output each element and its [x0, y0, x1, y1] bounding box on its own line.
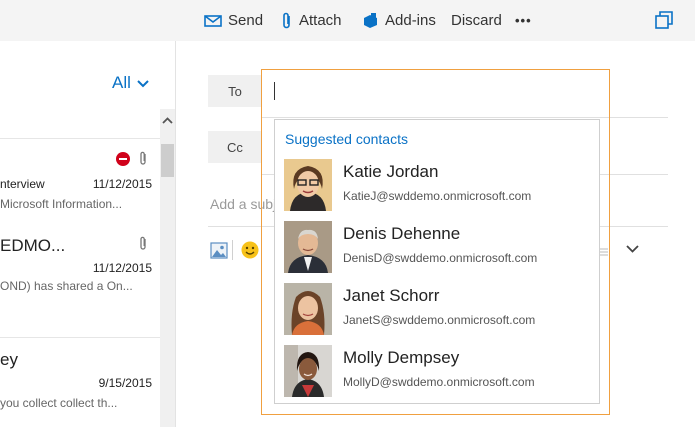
paperclip-icon: [139, 236, 148, 256]
contact-item[interactable]: Denis Dehenne DenisD@swddemo.onmicrosoft…: [275, 221, 599, 283]
chevron-down-icon: [137, 73, 149, 93]
message-date: 9/15/2015: [98, 376, 152, 390]
discard-button[interactable]: Discard: [451, 0, 502, 41]
message-preview: OND) has shared a On...: [0, 279, 133, 293]
message-preview: you collect collect th...: [0, 396, 118, 410]
cc-label: Cc: [227, 139, 243, 155]
message-sender: ey: [0, 350, 18, 369]
to-label: To: [228, 83, 242, 99]
addins-label: Add-ins: [385, 12, 436, 29]
contact-item[interactable]: Katie Jordan KatieJ@swddemo.onmicrosoft.…: [275, 159, 599, 221]
message-sender: EDMO...: [0, 236, 66, 255]
message-list: All nterview 11/12/2015 Microsoft Inform…: [0, 41, 176, 427]
addins-icon: [362, 12, 379, 29]
addins-button[interactable]: Add-ins: [362, 0, 436, 41]
suggested-contacts-heading: Suggested contacts: [285, 131, 408, 147]
message-date: 11/12/2015: [92, 177, 152, 191]
chevron-down-icon[interactable]: [626, 240, 639, 258]
avatar: [284, 283, 332, 335]
attach-label: Attach: [299, 12, 342, 29]
emoji-icon[interactable]: [241, 241, 259, 264]
contact-name: Katie Jordan: [343, 162, 439, 181]
message-subject: nterview: [0, 177, 45, 191]
contact-email: KatieJ@swddemo.onmicrosoft.com: [343, 189, 532, 203]
command-bar: Send Attach Add-ins Discard •••: [0, 0, 695, 41]
popout-icon[interactable]: [655, 11, 673, 29]
message-date: 11/12/2015: [92, 261, 152, 275]
attach-button[interactable]: Attach: [281, 0, 342, 41]
image-icon[interactable]: [210, 242, 228, 264]
message-preview: Microsoft Information...: [0, 197, 123, 211]
list-item[interactable]: EDMO... 11/12/2015 OND) has shared a On.…: [0, 227, 160, 337]
discard-label: Discard: [451, 12, 502, 29]
text-cursor: [274, 82, 275, 100]
toolbar-separator: [232, 240, 233, 260]
attach-icon: [281, 12, 293, 30]
contact-item[interactable]: Molly Dempsey MollyD@swddemo.onmicrosoft…: [275, 345, 599, 403]
send-icon: [204, 14, 222, 28]
filter-label: All: [112, 73, 131, 92]
to-button[interactable]: To: [208, 75, 262, 107]
contact-email: MollyD@swddemo.onmicrosoft.com: [343, 375, 535, 389]
contact-item[interactable]: Janet Schorr JanetS@swddemo.onmicrosoft.…: [275, 283, 599, 345]
list-item[interactable]: nterview 11/12/2015 Microsoft Informatio…: [0, 139, 160, 227]
contact-email: DenisD@swddemo.onmicrosoft.com: [343, 251, 538, 265]
cc-button[interactable]: Cc: [208, 131, 262, 163]
blocked-icon: [116, 152, 130, 171]
paperclip-icon: [139, 151, 148, 171]
avatar: [284, 345, 332, 397]
avatar: [284, 221, 332, 273]
scrollbar-thumb[interactable]: [161, 144, 174, 177]
more-button[interactable]: •••: [515, 0, 532, 41]
send-button[interactable]: Send: [204, 0, 263, 41]
contact-email: JanetS@swddemo.onmicrosoft.com: [343, 313, 536, 327]
list-item[interactable]: ey 9/15/2015 you collect collect th...: [0, 338, 160, 427]
scroll-up-icon[interactable]: [160, 109, 175, 131]
suggested-contacts-dropdown: Suggested contacts Katie Jordan KatieJ@s…: [274, 119, 600, 404]
send-label: Send: [228, 12, 264, 29]
contact-name: Molly Dempsey: [343, 348, 460, 367]
more-icon: •••: [515, 13, 532, 28]
filter-dropdown[interactable]: All: [112, 73, 149, 93]
avatar: [284, 159, 332, 211]
contact-name: Janet Schorr: [343, 286, 440, 305]
contact-name: Denis Dehenne: [343, 224, 461, 243]
